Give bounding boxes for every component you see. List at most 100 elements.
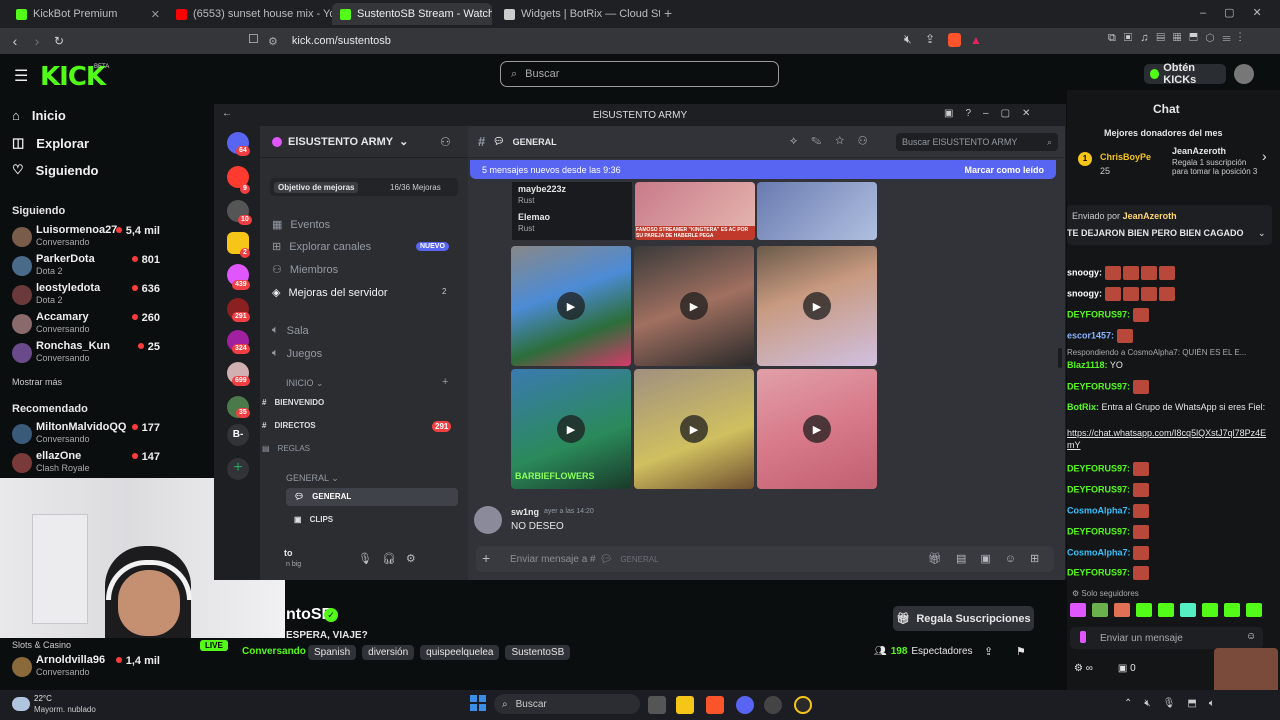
site-info-icon[interactable]: ⚙ [268, 35, 278, 48]
voice-controls[interactable]: 🎙︎🎧︎⚙ [358, 552, 426, 565]
play-icon[interactable]: ▶ [680, 292, 708, 320]
channel-juegos[interactable]: 🔈︎ Juegos [272, 347, 322, 360]
channel-mejoras[interactable]: ◈ Mejoras del servidor [272, 286, 388, 300]
show-more-link[interactable]: Mostrar más [12, 377, 62, 387]
video-thumbnail[interactable]: ▶ [757, 246, 877, 366]
chat-username[interactable]: CosmoAlpha7: [1067, 547, 1131, 557]
play-icon[interactable]: ▶ [803, 292, 831, 320]
chat-username[interactable]: snoogy: [1067, 267, 1102, 277]
video-thumbnail[interactable]: ▶ [511, 246, 631, 366]
channel-directos[interactable]: # DIRECTOS [262, 421, 316, 430]
chat-username[interactable]: CosmoAlpha7: [1067, 505, 1131, 515]
discord-window-controls[interactable]: ▣?–▢✕ [944, 108, 1042, 119]
mic-icon[interactable] [1080, 631, 1086, 643]
chat-username[interactable]: DEYFORUS97: [1067, 463, 1130, 473]
tab-kickbot[interactable]: KickBot Premium ✕ [8, 3, 168, 25]
taskbar-search[interactable]: ⌕ Buscar [494, 694, 640, 714]
chat-username[interactable]: DEYFORUS97: [1067, 381, 1130, 391]
chat-username[interactable]: BotRix: [1067, 402, 1099, 412]
server-icon-b[interactable]: B- [227, 424, 249, 446]
channel-bienvenido[interactable]: # BIENVENIDO [262, 398, 324, 407]
scrollbar[interactable] [1058, 348, 1062, 368]
report-icon[interactable]: ⚑ [1016, 645, 1026, 658]
channel-explorar[interactable]: ⊞ Explorar canales [272, 240, 371, 254]
obs-icon[interactable] [764, 696, 782, 714]
chat-username[interactable]: DEYFORUS97: [1067, 526, 1130, 536]
windows-start-icon[interactable] [470, 695, 486, 711]
back-icon[interactable]: ‹ [5, 33, 25, 49]
recommended-channel[interactable]: ellazOne Clash Royale 147 [12, 450, 160, 478]
discord-app-icon[interactable] [736, 696, 754, 714]
following-channel[interactable]: Luisormenoa27 Conversando 5,4 mil [12, 224, 160, 252]
brave-shield-icon[interactable] [948, 33, 961, 47]
chat-username[interactable]: DEYFORUS97: [1067, 567, 1130, 577]
close-icon[interactable]: ✕ [151, 8, 160, 21]
window-controls[interactable]: –▢✕ [1200, 6, 1280, 19]
extensions-toolbar[interactable]: ⧉▣♫▤▦⬒⬡☰⋮ [1108, 32, 1249, 45]
channel-clips[interactable]: ▣ CLIPS [294, 515, 333, 524]
chat-username[interactable]: Blaz1118: [1067, 360, 1108, 370]
play-icon[interactable]: ▶ [680, 415, 708, 443]
tag[interactable]: SustentoSB [505, 645, 571, 660]
message-author[interactable]: sw1ng [511, 507, 539, 517]
nav-inicio[interactable]: ⌂ Inicio [12, 108, 66, 123]
chevron-down-icon[interactable]: ⌄ [1258, 228, 1266, 239]
following-channel[interactable]: ParkerDota Dota 2 801 [12, 253, 160, 281]
activity-user[interactable]: Elemao [518, 212, 550, 222]
url-field[interactable]: ⚙ kick.com/sustentosb [268, 32, 992, 50]
following-channel[interactable]: Ronchas_Kun Conversando 25 [12, 340, 160, 368]
video-thumbnail[interactable]: ▶ [757, 369, 877, 489]
back-icon[interactable]: ← [222, 108, 232, 119]
reload-icon[interactable]: ↻ [49, 34, 69, 48]
chat-username[interactable]: snoogy: [1067, 288, 1102, 298]
chat-username[interactable]: DEYFORUS97: [1067, 484, 1130, 494]
play-icon[interactable]: ▶ [557, 292, 585, 320]
following-channel[interactable]: leostyledota Dota 2 636 [12, 282, 160, 310]
server-header[interactable]: ElSUSTENTO ARMY ⌄ [260, 126, 468, 158]
video-thumbnail[interactable]: ▶ BARBIEFLOWERS [511, 369, 631, 489]
nav-siguiendo[interactable]: ♡ Siguiendo [12, 162, 99, 178]
donor-name[interactable]: ChrisBoyPe [1100, 152, 1151, 162]
gift-subs-button[interactable]: 🎁︎ Regala Suscripciones [893, 606, 1034, 631]
discord-search-input[interactable]: Buscar ElSUSTENTO ARMY ⌕ [896, 133, 1058, 151]
tab-youtube[interactable]: (6553) sunset house mix - YouTube✕ [168, 3, 332, 25]
channel-sala[interactable]: 🔈︎ Sala [272, 324, 309, 337]
activity-user[interactable]: maybe223z [518, 184, 566, 194]
channel-reglas[interactable]: ▤ REGLAS [262, 444, 310, 453]
video-thumbnail[interactable]: FAMOSO STREAMER "KINGTERA" ES AC POR SU … [635, 182, 755, 240]
channel-general[interactable]: 💬︎ GENERAL [294, 492, 351, 501]
avatar[interactable] [474, 506, 502, 534]
app-icon[interactable] [794, 696, 812, 714]
mute-icon[interactable]: 🔇︎ [904, 32, 912, 47]
file-explorer-icon[interactable] [676, 696, 694, 714]
recommended-channel[interactable]: Arnoldvilla96 Conversando 1,4 mil [12, 654, 160, 682]
tag[interactable]: quispeelquelea [420, 645, 500, 660]
emoji-icon[interactable]: ☺ [1246, 631, 1256, 642]
video-thumbnail[interactable]: ▶ [634, 369, 754, 489]
user-avatar[interactable] [1234, 64, 1254, 84]
nav-explorar[interactable]: ◫ Explorar [12, 135, 89, 151]
video-thumbnail[interactable] [757, 182, 877, 240]
new-messages-bar[interactable]: 5 mensajes nuevos desde las 9:36 Marcar c… [470, 160, 1056, 179]
recommended-channel[interactable]: MiltonMalvidoQQ Conversando 177 [12, 421, 160, 449]
play-icon[interactable]: ▶ [557, 415, 585, 443]
forward-icon[interactable]: › [27, 33, 47, 49]
share-icon[interactable]: ⇪ [925, 32, 935, 46]
weather-temp[interactable]: 22°C [34, 694, 52, 703]
following-channel[interactable]: Accamary Conversando 260 [12, 311, 160, 339]
tag[interactable]: diversión [362, 645, 415, 660]
chat-link[interactable]: https://chat.whatsapp.com/I8cq5lQXstJ7ql… [1067, 427, 1272, 451]
add-channel-icon[interactable]: + [442, 376, 448, 388]
gift-user[interactable]: JeanAzeroth [1172, 146, 1226, 156]
user-name[interactable]: to [284, 548, 293, 558]
tab-sustentosb[interactable]: SustentoSB Stream - Watch L✕ [332, 3, 492, 25]
channel-miembros[interactable]: ⚇ Miembros [272, 263, 338, 277]
header-toolbar-icons[interactable]: ⟡✎☆⚇ [790, 135, 881, 148]
video-thumbnail[interactable]: ▶ [634, 246, 754, 366]
chevron-right-icon[interactable]: › [1262, 148, 1267, 164]
emote-bar[interactable] [1070, 603, 1275, 619]
share-icon[interactable]: ⇪ [984, 645, 993, 658]
input-toolbar-icons[interactable]: 🎁︎▤▣☺⊞ [928, 552, 1053, 565]
system-tray[interactable]: ⌃🔇︎🎙︎⬒🔈︎ [1124, 698, 1227, 709]
kick-search-input[interactable]: ⌕ Buscar [500, 61, 779, 87]
